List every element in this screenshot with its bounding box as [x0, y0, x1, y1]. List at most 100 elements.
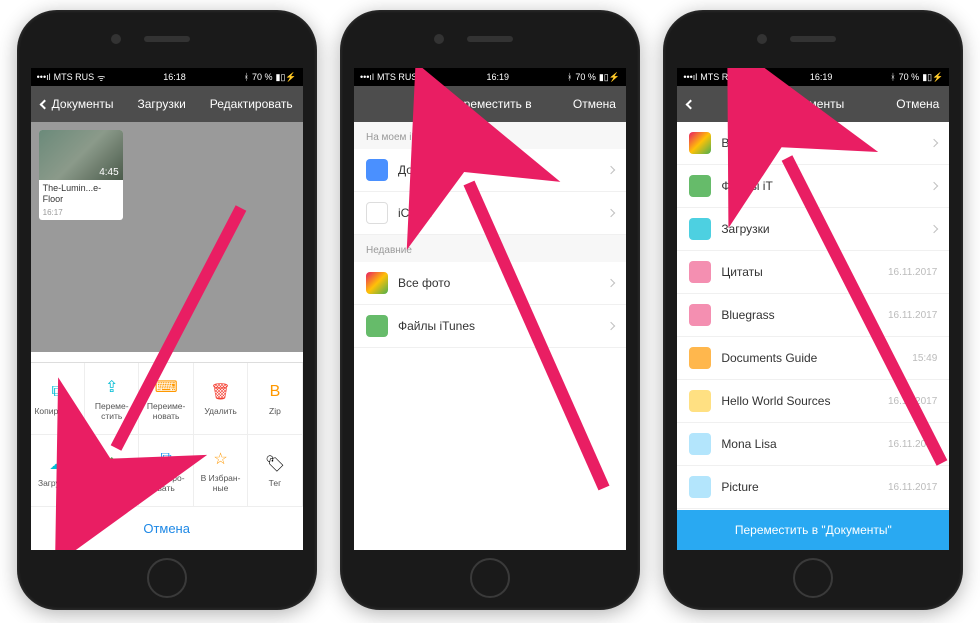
tag-icon: 🏷 — [264, 453, 286, 475]
action-label: Копировать — [34, 407, 80, 416]
action-copy[interactable]: ⧉ Копировать — [31, 363, 85, 435]
section-header-2: Недавние — [354, 235, 626, 262]
screen-3: •••ıl MTS RUS ᯤ 16:19 ᚼ 70 % ▮▯⚡ Докумен… — [677, 68, 949, 550]
screen-2: •••ıl MTS RUS ᯤ 16:19 ᚼ 70 % ▮▯⚡ Перемес… — [354, 68, 626, 550]
nav-cancel-label: Отмена — [573, 97, 616, 111]
action-upload[interactable]: ☁ Загрузить — [31, 435, 85, 507]
action-label: Переме-стить — [87, 402, 136, 421]
action-favorite[interactable]: ☆В Избран-ные — [194, 435, 248, 507]
action-move[interactable]: ⇪ Переме-стить — [85, 363, 139, 435]
list-item-itunes-files[interactable]: Файлы iT — [677, 165, 949, 208]
copy-icon: ⧉ — [46, 381, 68, 403]
action-delete[interactable]: 🗑 Удалить — [194, 363, 248, 435]
status-bar: •••ıl MTS RUS ᯤ 16:19 ᚼ 70 % ▮▯⚡ — [677, 68, 949, 86]
phone-1: •••ıl MTS RUS ᯤ 16:18 ᚼ 70 % ▮▯⚡ Докумен… — [17, 10, 317, 610]
folder-icon — [689, 261, 711, 283]
action-label: Загрузить — [38, 479, 77, 488]
list-item-all-photos[interactable]: Все фото — [354, 262, 626, 305]
share-icon: ⬆ — [101, 453, 123, 475]
list-content: Все фотоФайлы iT Загрузки Цитаты16.11.2017… — [677, 122, 949, 509]
nav-back-label: Документы — [52, 97, 114, 111]
list-item-icloud[interactable]: iCloud — [354, 192, 626, 235]
clock: 16:19 — [810, 72, 833, 82]
nav-cancel[interactable]: Отмена — [546, 97, 616, 111]
video-thumbnail[interactable]: 4:45 The-Lumin...e-Floor 16:17 — [39, 130, 123, 220]
favorite-icon: ☆ — [210, 448, 232, 470]
bluetooth-icon: ᚼ — [567, 72, 572, 82]
folder-icon — [689, 390, 711, 412]
chevron-right-icon — [607, 322, 615, 330]
list-item-itunes-files[interactable]: Файлы iTunes — [354, 305, 626, 348]
list-item-mona-lisa[interactable]: Mona Lisa16.11.2017 — [677, 423, 949, 466]
nav-edit[interactable]: Редактировать — [210, 97, 293, 111]
action-sheet: ⧉Копировать⇪Переме-стить⌨Переиме-новать🗑… — [31, 362, 303, 550]
list-item-hello-world[interactable]: Hello World Sources16.11.2017 — [677, 380, 949, 423]
carrier: MTS RUS — [54, 72, 95, 82]
list-item-all-photos[interactable]: Все фото — [677, 122, 949, 165]
nav-back[interactable]: Документы — [41, 97, 114, 111]
bluetooth-icon: ᚼ — [244, 72, 249, 82]
delete-icon: 🗑 — [210, 381, 232, 403]
list-label: Documents Guide — [721, 351, 902, 365]
nav-edit-label: Редактировать — [210, 97, 293, 111]
nav-cancel-label: Отмена — [896, 97, 939, 111]
signal-icon: •••ıl — [683, 72, 697, 82]
list-label: Загрузки — [721, 222, 921, 236]
folder-icon — [366, 202, 388, 224]
section-header-1: На моем iPhone — [354, 122, 626, 149]
nav-back[interactable] — [687, 101, 757, 108]
battery-pct: 70 % — [252, 72, 273, 82]
list-item-documents[interactable]: Документы — [354, 149, 626, 192]
signal-icon: •••ıl — [360, 72, 374, 82]
chevron-left-icon — [39, 99, 49, 109]
folder-icon — [689, 175, 711, 197]
action-tag[interactable]: 🏷 Тег — [248, 435, 302, 507]
action-label: Тег — [269, 479, 282, 488]
wifi-icon: ᯤ — [744, 71, 752, 84]
action-label: Поделиться — [88, 479, 135, 488]
list-item-quotes[interactable]: Цитаты16.11.2017 — [677, 251, 949, 294]
action-label: Дублиро-вать — [141, 474, 190, 493]
action-label: Zip — [269, 407, 281, 416]
home-button[interactable] — [793, 558, 833, 598]
bluetooth-icon: ᚼ — [890, 72, 895, 82]
wifi-icon: ᯤ — [420, 71, 428, 84]
list-item-documents-guide[interactable]: Documents Guide15:49 — [677, 337, 949, 380]
move-confirm-button[interactable]: Переместить в "Документы" — [677, 510, 949, 550]
list-label: iCloud — [398, 206, 598, 220]
folder-icon — [689, 218, 711, 240]
duplicate-icon: ⧉ — [155, 448, 177, 470]
list-item-picture[interactable]: Picture16.11.2017 — [677, 466, 949, 509]
list-label: Файлы iTunes — [398, 319, 598, 333]
action-label: Удалить — [204, 407, 236, 416]
folder-icon — [689, 476, 711, 498]
status-bar: •••ıl MTS RUS ᯤ 16:18 ᚼ 70 % ▮▯⚡ — [31, 68, 303, 86]
action-duplicate[interactable]: ⧉ Дублиро-вать — [139, 435, 193, 507]
phone-3: •••ıl MTS RUS ᯤ 16:19 ᚼ 70 % ▮▯⚡ Докумен… — [663, 10, 963, 610]
action-share[interactable]: ⬆ Поделиться — [85, 435, 139, 507]
thumbnail-name: The-Lumin...e-Floor — [39, 180, 123, 208]
move-icon: ⇪ — [101, 376, 123, 398]
list-item-bluegrass[interactable]: Bluegrass16.11.2017 — [677, 294, 949, 337]
carrier: MTS RUS — [377, 72, 418, 82]
screen-1: •••ıl MTS RUS ᯤ 16:18 ᚼ 70 % ▮▯⚡ Докумен… — [31, 68, 303, 550]
list-label: Bluegrass — [721, 308, 878, 322]
action-rename[interactable]: ⌨Переиме-новать — [139, 363, 193, 435]
nav-cancel[interactable]: Отмена — [869, 97, 939, 111]
action-label: Переиме-новать — [141, 402, 190, 421]
battery-icon: ▮▯⚡ — [276, 72, 297, 83]
list-date: 16.11.2017 — [888, 439, 937, 450]
chevron-right-icon — [607, 166, 615, 174]
folder-icon — [366, 272, 388, 294]
folder-icon — [689, 433, 711, 455]
action-zip[interactable]: B Zip — [248, 363, 302, 435]
home-button[interactable] — [470, 558, 510, 598]
battery-pct: 70 % — [899, 72, 920, 82]
cancel-button[interactable]: Отмена — [31, 507, 303, 550]
list-item-downloads[interactable]: Загрузки — [677, 208, 949, 251]
chevron-right-icon — [930, 225, 938, 233]
home-button[interactable] — [147, 558, 187, 598]
nav-bar: Документы Отмена — [677, 86, 949, 122]
upload-icon: ☁ — [46, 453, 68, 475]
zip-icon: B — [264, 381, 286, 403]
